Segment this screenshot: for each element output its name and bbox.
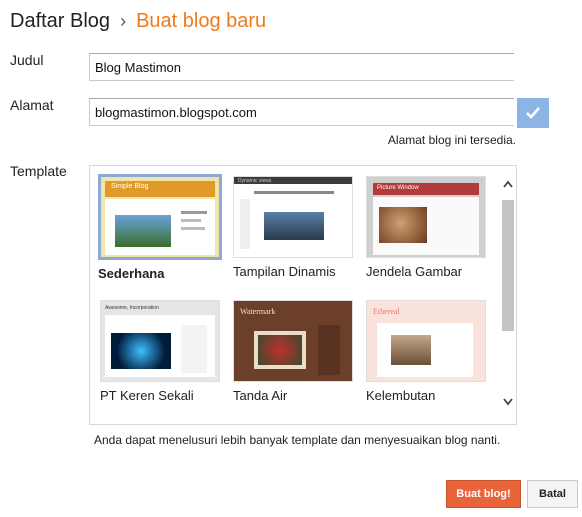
template-tile-pt-keren-sekali[interactable]: Awesome, Incorporation PT Keren Sekali [100, 300, 224, 403]
template-tile-kelembutan[interactable]: Ethereal Kelembutan [366, 300, 490, 403]
title-input[interactable]: Blog Mastimon [89, 53, 514, 81]
chevron-down-icon[interactable] [503, 398, 513, 408]
template-hint: Anda dapat menelusuri lebih banyak templ… [94, 433, 501, 447]
template-tile-jendela-gambar[interactable]: Picture Window Jendela Gambar [366, 176, 490, 279]
template-label: Template [10, 163, 67, 179]
template-thumbnail: Awesome, Incorporation [100, 300, 220, 382]
create-blog-button[interactable]: Buat blog! [446, 480, 521, 508]
template-thumbnail: Dynamic views [233, 176, 353, 258]
breadcrumb: Daftar Blog › Buat blog baru [10, 7, 266, 35]
thumb-title: Dynamic views [238, 178, 272, 184]
thumb-title: Picture Window [377, 185, 419, 191]
breadcrumb-separator: › [120, 11, 127, 31]
template-scrollbar[interactable] [500, 166, 516, 424]
template-picker: Simple Blog Sederhana Dynamic views Tamp… [89, 165, 517, 425]
template-tile-tampilan-dinamis[interactable]: Dynamic views Tampilan Dinamis [233, 176, 357, 279]
address-input[interactable]: blogmastimon.blogspot.com [89, 98, 514, 126]
scrollbar-thumb[interactable] [502, 200, 514, 331]
cancel-button[interactable]: Batal [527, 480, 578, 508]
template-thumbnail: Watermark [233, 300, 353, 382]
thumb-title: Watermark [240, 307, 276, 316]
template-name: PT Keren Sekali [100, 388, 194, 403]
chevron-up-icon[interactable] [503, 180, 513, 190]
template-name: Tampilan Dinamis [233, 264, 336, 279]
template-tile-sederhana[interactable]: Simple Blog Sederhana [98, 174, 222, 281]
title-label: Judul [10, 52, 44, 68]
address-label: Alamat [10, 97, 54, 113]
template-name: Sederhana [98, 266, 165, 281]
template-thumbnail: Ethereal [366, 300, 486, 382]
template-thumbnail: Simple Blog [98, 174, 222, 260]
template-tile-tanda-air[interactable]: Watermark Tanda Air [233, 300, 357, 403]
page-title: Buat blog baru [136, 10, 267, 32]
check-availability-button[interactable] [517, 98, 549, 128]
thumb-title: Simple Blog [111, 183, 149, 190]
thumb-title: Ethereal [373, 307, 400, 316]
breadcrumb-parent[interactable]: Daftar Blog [10, 10, 110, 32]
template-name: Tanda Air [233, 388, 288, 403]
template-thumbnail: Picture Window [366, 176, 486, 258]
address-status: Alamat blog ini tersedia. [387, 133, 516, 147]
template-name: Jendela Gambar [366, 264, 463, 279]
check-icon [526, 107, 540, 119]
template-name: Kelembutan [366, 388, 436, 403]
thumb-title: Awesome, Incorporation [105, 305, 159, 311]
